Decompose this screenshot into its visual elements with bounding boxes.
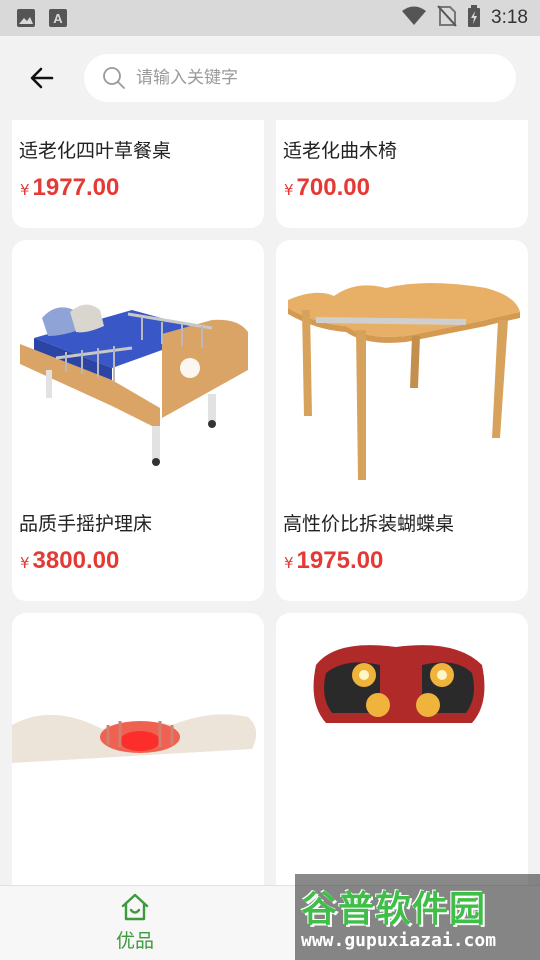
watermark-title: 谷普软件园 xyxy=(301,889,487,930)
product-name: 高性价比拆装蝴蝶桌 xyxy=(283,513,455,535)
search-icon xyxy=(103,67,125,89)
price-amount: 3800.00 xyxy=(32,547,120,574)
product-name: 品质手摇护理床 xyxy=(19,513,153,535)
status-time: 3:18 xyxy=(491,7,528,28)
hand-crank-nursing-bed-image xyxy=(20,304,248,466)
price-amount: 700.00 xyxy=(296,174,370,201)
massage-neck-pillow-image xyxy=(12,714,257,763)
currency-symbol: ¥ xyxy=(284,181,294,199)
butterfly-table-image xyxy=(288,283,520,480)
a-font-icon: A xyxy=(48,8,68,32)
massage-shoulder-cushion-image xyxy=(313,645,485,723)
watermark-url: www.gupuxiazai.com xyxy=(301,930,497,951)
watermark: 谷普软件园 www.gupuxiazai.com xyxy=(295,874,540,960)
product-card[interactable] xyxy=(276,613,528,885)
search-input[interactable] xyxy=(136,68,516,88)
price-amount: 1975.00 xyxy=(296,547,384,574)
svg-text:A: A xyxy=(53,11,63,26)
battery-icon xyxy=(467,5,481,31)
image-icon xyxy=(16,8,36,32)
product-name: 适老化曲木椅 xyxy=(283,140,398,162)
header xyxy=(0,36,540,120)
product-list: 适老化四叶草餐桌 ¥1977.00 适老化曲木椅 ¥700.00 品质手摇护理床… xyxy=(0,120,540,885)
nav-item-youpin[interactable]: 优品 xyxy=(94,886,176,960)
product-price: ¥1977.00 xyxy=(20,174,119,202)
search-box[interactable] xyxy=(84,54,516,102)
product-price: ¥3800.00 xyxy=(20,547,119,575)
home-icon xyxy=(121,893,149,921)
product-card[interactable]: 适老化四叶草餐桌 ¥1977.00 xyxy=(12,120,264,228)
arrow-left-icon xyxy=(30,67,54,89)
wifi-icon xyxy=(401,6,427,30)
product-price: ¥700.00 xyxy=(284,174,370,202)
price-amount: 1977.00 xyxy=(32,174,120,201)
nav-label: 优品 xyxy=(115,930,154,952)
currency-symbol: ¥ xyxy=(20,181,30,199)
product-name: 适老化四叶草餐桌 xyxy=(19,140,172,162)
status-bar: A 3:18 xyxy=(0,0,540,36)
product-card[interactable] xyxy=(12,613,264,885)
product-card[interactable]: 适老化曲木椅 ¥700.00 xyxy=(276,120,528,228)
product-card[interactable]: 高性价比拆装蝴蝶桌 ¥1975.00 xyxy=(276,240,528,601)
product-price: ¥1975.00 xyxy=(284,547,383,575)
back-button[interactable] xyxy=(24,60,60,96)
product-card[interactable]: 品质手摇护理床 ¥3800.00 xyxy=(12,240,264,601)
no-sim-icon xyxy=(437,5,457,31)
currency-symbol: ¥ xyxy=(20,554,30,572)
currency-symbol: ¥ xyxy=(284,554,294,572)
